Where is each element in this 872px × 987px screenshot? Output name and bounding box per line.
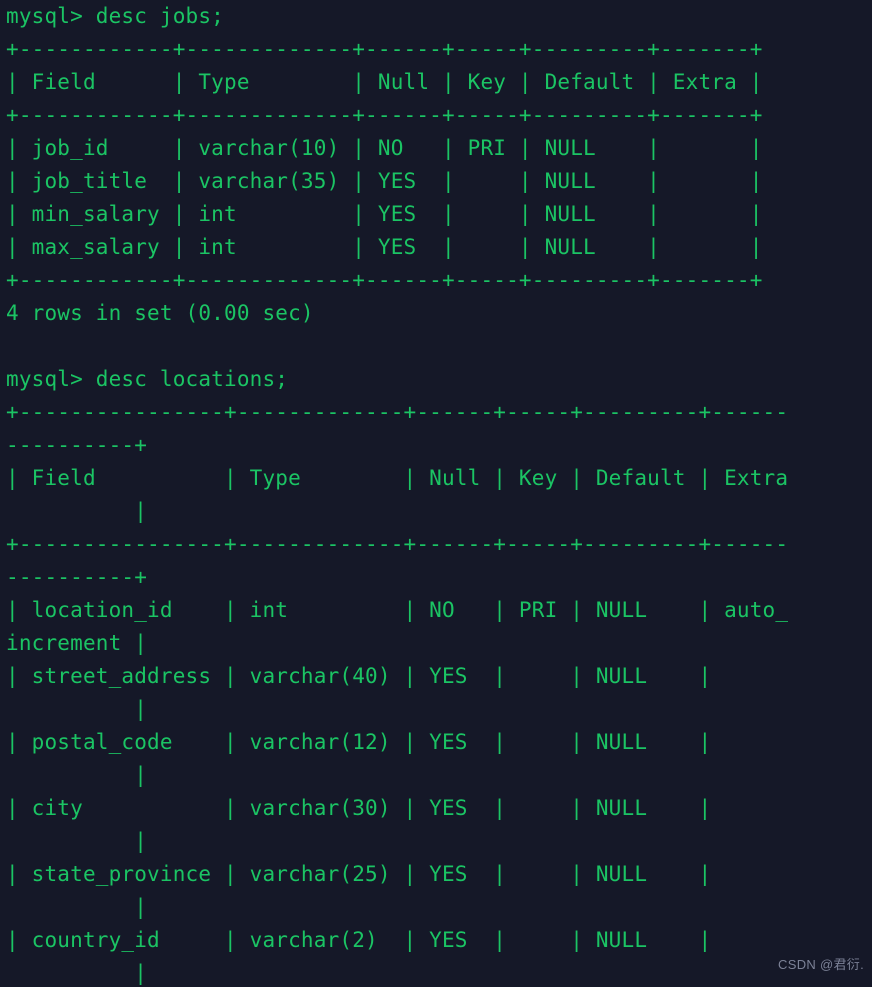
terminal-line: increment |: [6, 631, 148, 655]
terminal-line: | Field | Type | Null | Key | Default | …: [6, 466, 789, 490]
terminal-line: ----------+: [6, 565, 148, 589]
terminal-line: | job_id | varchar(10) | NO | PRI | NULL…: [6, 136, 763, 160]
terminal-line: mysql> desc locations;: [6, 367, 289, 391]
terminal-line: | job_title | varchar(35) | YES | | NULL…: [6, 169, 763, 193]
terminal-line: | postal_code | varchar(12) | YES | | NU…: [6, 730, 789, 754]
terminal-line: | max_salary | int | YES | | NULL | |: [6, 235, 763, 259]
terminal-line: +------------+-------------+------+-----…: [6, 268, 763, 292]
terminal-line: | location_id | int | NO | PRI | NULL | …: [6, 598, 789, 622]
terminal-line: +----------------+-------------+------+-…: [6, 400, 789, 424]
terminal-line: | Field | Type | Null | Key | Default | …: [6, 70, 763, 94]
terminal-window[interactable]: mysql> desc jobs; +------------+---------…: [0, 0, 872, 987]
terminal-line: | state_province | varchar(25) | YES | |…: [6, 862, 789, 886]
terminal-line: |: [6, 895, 148, 919]
terminal-line: +----------------+-------------+------+-…: [6, 532, 789, 556]
terminal-line: +------------+-------------+------+-----…: [6, 37, 763, 61]
terminal-line: |: [6, 499, 148, 523]
terminal-line: 4 rows in set (0.00 sec): [6, 301, 314, 325]
terminal-line: | min_salary | int | YES | | NULL | |: [6, 202, 763, 226]
watermark: CSDN @君衍.: [778, 957, 864, 972]
terminal-output: mysql> desc jobs; +------------+---------…: [6, 0, 872, 987]
terminal-line: |: [6, 697, 148, 721]
terminal-line: | country_id | varchar(2) | YES | | NULL…: [6, 928, 789, 952]
terminal-line: |: [6, 763, 148, 787]
terminal-line: mysql> desc jobs;: [6, 4, 224, 28]
terminal-line: |: [6, 961, 148, 985]
terminal-line: | city | varchar(30) | YES | | NULL |: [6, 796, 789, 820]
terminal-line: ----------+: [6, 433, 148, 457]
terminal-line: | street_address | varchar(40) | YES | |…: [6, 664, 789, 688]
terminal-line: |: [6, 829, 148, 853]
terminal-line: +------------+-------------+------+-----…: [6, 103, 763, 127]
